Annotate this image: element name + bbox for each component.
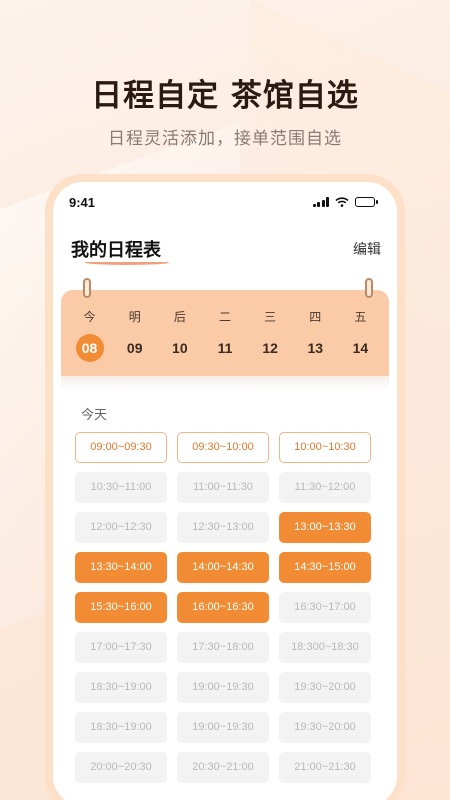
calendar-day-weekday: 三 [264,310,277,324]
time-slot-button[interactable]: 10:30~11:00 [75,472,167,503]
time-slot-button[interactable]: 09:00~09:30 [75,432,167,463]
calendar-day-weekday: 二 [218,310,231,324]
calendar-day-weekday: 五 [354,310,367,324]
status-time: 9:41 [69,194,96,210]
torn-edge-decoration [61,376,389,390]
time-slot-grid: 09:00~09:30 09:30~10:00 10:00~10:30 10:30~1… [75,432,383,783]
phone-frame: 9:41 我的日程表 编辑 今 08 明 09 后 10 二 11 三 12 四… [45,174,405,800]
time-slot-button[interactable]: 11:30~12:00 [279,472,371,503]
calendar-day-date: 14 [352,340,369,356]
time-slot-button[interactable]: 20:30~21:00 [177,752,269,783]
time-slot-button[interactable]: 13:30~14:00 [75,552,167,583]
time-slot-button[interactable]: 16:00~16:30 [177,592,269,623]
page-title-text: 我的日程表 [71,240,161,261]
time-slot-button[interactable]: 19:00~19:30 [177,672,269,703]
time-slot-button[interactable]: 16:30~17:00 [279,592,371,623]
calendar-day[interactable]: 五 14 [344,308,376,362]
wifi-icon [335,197,349,207]
time-slot-button[interactable]: 17:30~18:00 [177,632,269,663]
calendar-day-date: 12 [262,340,278,356]
status-icons [312,197,378,207]
time-slot-button[interactable]: 10:00~10:30 [279,432,371,463]
page-title: 我的日程表 [71,236,169,265]
time-slot-button[interactable]: 18:300~18:30 [279,632,371,663]
calendar-day[interactable]: 后 10 [164,308,196,362]
calendar-day[interactable]: 三 12 [254,308,286,362]
calendar-day-weekday: 明 [128,310,141,324]
calendar-day-weekday: 后 [173,310,186,324]
time-slot-button[interactable]: 13:00~13:30 [279,512,371,543]
calendar-day[interactable]: 四 13 [299,308,331,362]
time-slot-button[interactable]: 18:30~19:00 [75,672,167,703]
time-slot-button[interactable]: 21:00~21:30 [279,752,371,783]
calendar-day-weekday: 四 [309,310,322,324]
calendar-day-date: 10 [172,340,188,356]
time-slot-button[interactable]: 19:30~20:00 [279,712,371,743]
time-slot-button[interactable]: 18:30~19:00 [75,712,167,743]
calendar-strip: 今 08 明 09 后 10 二 11 三 12 四 13 五 14 [61,278,389,376]
calendar-day-weekday: 今 [83,310,96,324]
calendar-day[interactable]: 今 08 [74,308,106,362]
promo-headline: 日程自定 茶馆自选 [91,78,359,114]
phone-screen: 9:41 我的日程表 编辑 今 08 明 09 后 10 二 11 三 12 四… [53,182,397,800]
calendar-day-date: 13 [307,340,324,356]
day-list: 今 08 明 09 后 10 二 11 三 12 四 13 五 14 [61,308,389,362]
title-underline-decoration [85,260,169,265]
time-slot-button[interactable]: 09:30~10:00 [177,432,269,463]
calendar-day[interactable]: 二 11 [209,308,241,362]
binder-ring-icon [83,278,91,298]
time-slot-button[interactable]: 19:30~20:00 [279,672,371,703]
time-slot-button[interactable]: 12:30~13:00 [177,512,269,543]
battery-icon [355,197,378,207]
time-slot-button[interactable]: 15:30~16:00 [75,592,167,623]
time-slot-button[interactable]: 14:30~15:00 [279,552,371,583]
time-slot-button[interactable]: 11:00~11:30 [177,472,269,503]
promo-subline: 日程灵活添加，接单范围自选 [108,129,342,149]
time-slot-button[interactable]: 19:00~19:30 [177,712,269,743]
edit-button[interactable]: 编辑 [353,239,381,259]
binder-ring-icon [365,278,373,298]
calendar-day-date: 09 [126,340,143,356]
time-slot-button[interactable]: 12:00~12:30 [75,512,167,543]
time-slot-button[interactable]: 17:00~17:30 [75,632,167,663]
header: 我的日程表 编辑 [71,236,381,265]
calendar-day-date: 11 [217,340,233,356]
signal-icon [312,197,329,207]
section-label-today: 今天 [81,408,108,423]
calendar-day-date: 08 [75,334,104,362]
calendar-day[interactable]: 明 09 [119,308,151,362]
time-slot-button[interactable]: 14:00~14:30 [177,552,269,583]
time-slot-button[interactable]: 20:00~20:30 [75,752,167,783]
status-bar: 9:41 [53,182,397,222]
